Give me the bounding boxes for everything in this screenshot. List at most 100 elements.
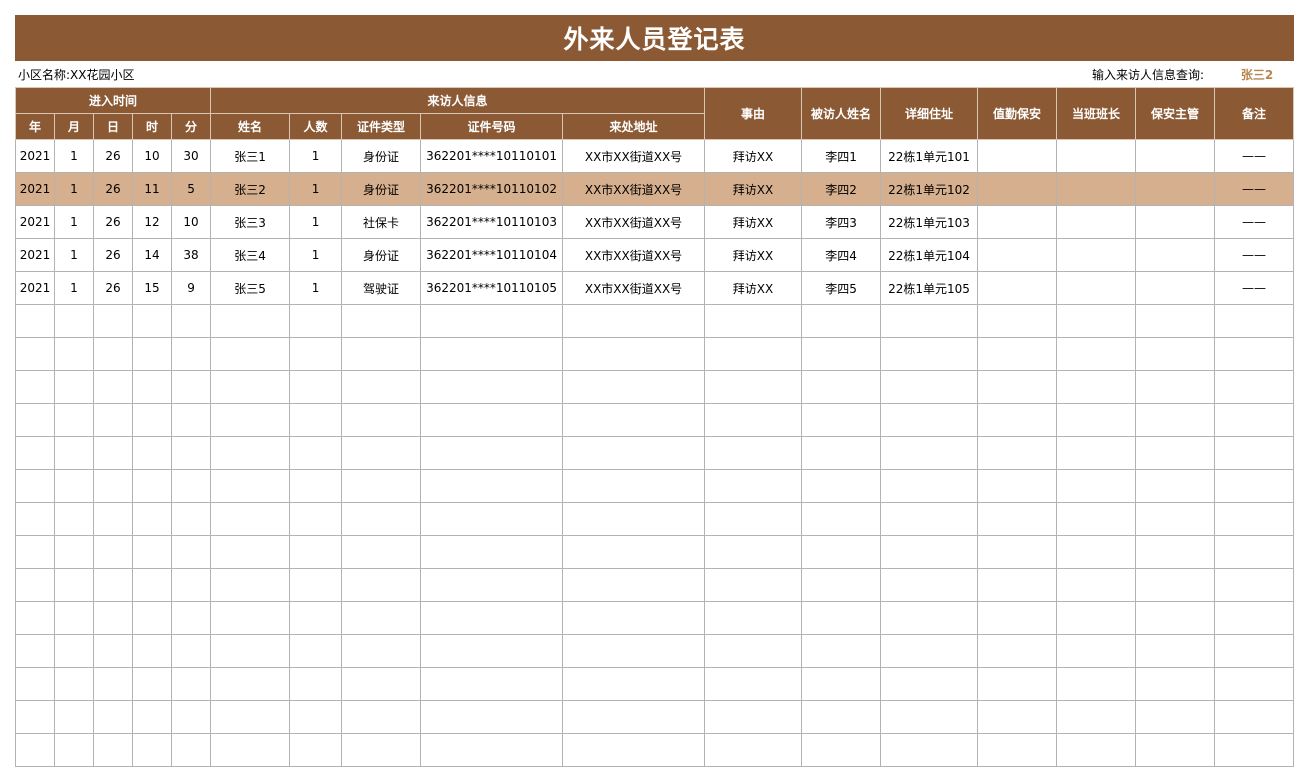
empty-cell[interactable] xyxy=(289,337,343,371)
empty-cell[interactable] xyxy=(93,436,133,470)
empty-cell[interactable] xyxy=(420,535,564,569)
table-cell[interactable]: 李四3 xyxy=(801,205,882,239)
empty-cell[interactable] xyxy=(15,535,55,569)
empty-cell[interactable] xyxy=(420,469,564,503)
table-cell[interactable] xyxy=(977,271,1058,305)
empty-cell[interactable] xyxy=(704,370,803,404)
empty-cell[interactable] xyxy=(704,634,803,668)
empty-cell[interactable] xyxy=(1214,535,1295,569)
empty-cell[interactable] xyxy=(93,733,133,767)
empty-cell[interactable] xyxy=(289,403,343,437)
empty-cell[interactable] xyxy=(1135,700,1216,734)
empty-cell[interactable] xyxy=(54,601,94,635)
table-cell[interactable]: 30 xyxy=(170,139,212,173)
table-cell[interactable]: 362201****10110103 xyxy=(420,205,564,239)
empty-cell[interactable] xyxy=(132,403,172,437)
empty-cell[interactable] xyxy=(420,403,564,437)
empty-cell[interactable] xyxy=(341,436,422,470)
empty-cell[interactable] xyxy=(15,304,55,338)
empty-cell[interactable] xyxy=(977,667,1058,701)
empty-cell[interactable] xyxy=(801,700,882,734)
empty-cell[interactable] xyxy=(341,733,422,767)
empty-cell[interactable] xyxy=(132,568,172,602)
empty-cell[interactable] xyxy=(1135,436,1216,470)
empty-cell[interactable] xyxy=(54,304,94,338)
table-cell[interactable]: —— xyxy=(1214,205,1295,239)
table-cell[interactable]: 10 xyxy=(132,139,172,173)
empty-cell[interactable] xyxy=(289,469,343,503)
empty-cell[interactable] xyxy=(1135,568,1216,602)
empty-cell[interactable] xyxy=(93,568,133,602)
empty-cell[interactable] xyxy=(1214,601,1295,635)
empty-cell[interactable] xyxy=(562,634,706,668)
empty-cell[interactable] xyxy=(977,733,1058,767)
empty-cell[interactable] xyxy=(132,502,172,536)
empty-cell[interactable] xyxy=(341,502,422,536)
empty-cell[interactable] xyxy=(977,601,1058,635)
table-cell[interactable]: 15 xyxy=(132,271,172,305)
table-cell[interactable]: 362201****10110102 xyxy=(420,172,564,206)
empty-cell[interactable] xyxy=(1135,667,1216,701)
empty-cell[interactable] xyxy=(93,700,133,734)
empty-cell[interactable] xyxy=(1135,502,1216,536)
empty-cell[interactable] xyxy=(977,502,1058,536)
table-cell[interactable]: 1 xyxy=(54,238,94,272)
empty-cell[interactable] xyxy=(341,469,422,503)
empty-cell[interactable] xyxy=(132,469,172,503)
empty-cell[interactable] xyxy=(15,700,55,734)
empty-cell[interactable] xyxy=(420,436,564,470)
empty-cell[interactable] xyxy=(1056,568,1137,602)
empty-cell[interactable] xyxy=(210,337,291,371)
empty-cell[interactable] xyxy=(341,304,422,338)
empty-cell[interactable] xyxy=(1056,436,1137,470)
empty-cell[interactable] xyxy=(562,568,706,602)
table-cell[interactable]: 1 xyxy=(289,205,343,239)
table-cell[interactable]: —— xyxy=(1214,238,1295,272)
empty-cell[interactable] xyxy=(132,634,172,668)
community-name[interactable]: XX花园小区 xyxy=(70,66,134,83)
empty-cell[interactable] xyxy=(15,370,55,404)
empty-cell[interactable] xyxy=(1135,370,1216,404)
empty-cell[interactable] xyxy=(93,403,133,437)
table-cell[interactable] xyxy=(1056,139,1137,173)
empty-cell[interactable] xyxy=(289,535,343,569)
table-cell[interactable] xyxy=(1135,205,1216,239)
empty-cell[interactable] xyxy=(341,403,422,437)
empty-cell[interactable] xyxy=(341,634,422,668)
empty-cell[interactable] xyxy=(977,304,1058,338)
empty-cell[interactable] xyxy=(880,337,979,371)
empty-cell[interactable] xyxy=(1135,403,1216,437)
empty-cell[interactable] xyxy=(210,700,291,734)
empty-cell[interactable] xyxy=(562,337,706,371)
empty-cell[interactable] xyxy=(210,733,291,767)
table-cell[interactable]: 10 xyxy=(170,205,212,239)
empty-cell[interactable] xyxy=(170,700,212,734)
empty-cell[interactable] xyxy=(54,535,94,569)
empty-cell[interactable] xyxy=(54,667,94,701)
table-cell[interactable]: 1 xyxy=(289,139,343,173)
empty-cell[interactable] xyxy=(977,337,1058,371)
empty-cell[interactable] xyxy=(170,667,212,701)
empty-cell[interactable] xyxy=(1214,337,1295,371)
empty-cell[interactable] xyxy=(210,535,291,569)
table-cell[interactable]: 22栋1单元102 xyxy=(880,172,979,206)
empty-cell[interactable] xyxy=(132,601,172,635)
empty-cell[interactable] xyxy=(54,634,94,668)
empty-cell[interactable] xyxy=(170,304,212,338)
empty-cell[interactable] xyxy=(1214,403,1295,437)
empty-cell[interactable] xyxy=(704,436,803,470)
empty-cell[interactable] xyxy=(93,502,133,536)
empty-cell[interactable] xyxy=(341,535,422,569)
empty-cell[interactable] xyxy=(1135,304,1216,338)
table-cell[interactable]: —— xyxy=(1214,172,1295,206)
table-cell[interactable]: 26 xyxy=(93,172,133,206)
empty-cell[interactable] xyxy=(289,502,343,536)
table-cell[interactable] xyxy=(977,172,1058,206)
table-cell[interactable] xyxy=(1135,271,1216,305)
empty-cell[interactable] xyxy=(170,634,212,668)
table-cell[interactable]: 12 xyxy=(132,205,172,239)
table-cell[interactable]: 张三4 xyxy=(210,238,291,272)
empty-cell[interactable] xyxy=(704,502,803,536)
empty-cell[interactable] xyxy=(132,436,172,470)
empty-cell[interactable] xyxy=(54,436,94,470)
